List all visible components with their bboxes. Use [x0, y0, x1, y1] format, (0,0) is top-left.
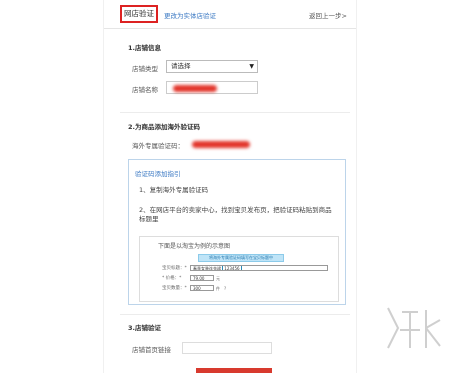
sample-title-label: 宝贝标题：*: [162, 266, 187, 271]
chevron-down-icon: ▼: [249, 63, 254, 70]
redaction-mark: [173, 85, 217, 92]
section-code-title: 2.为商品添加海外验证码: [128, 123, 200, 131]
store-name-label: 店铺名称: [132, 86, 158, 94]
tab-header: 网店验证 更改为实体店验证 返回上一步>: [104, 0, 356, 29]
redaction-mark: [192, 141, 250, 148]
sample-qty-label: 宝贝数量：*: [162, 286, 187, 291]
section-store-info-title: 1.店铺信息: [128, 44, 161, 52]
submit-button[interactable]: [196, 368, 272, 373]
sample-title-value: 春季女装连衣裙: [193, 266, 221, 271]
watermark-logo: [387, 307, 441, 349]
sample-price-unit: 元: [216, 276, 220, 281]
help-guide-box: 验证码添加指引 1、复制海外专属验证码 2、在网店平台的卖家中心，找到宝贝发布页…: [128, 159, 346, 305]
overseas-code-label: 海外专属验证码：: [132, 142, 184, 150]
sample-qty-unit: 件: [216, 286, 220, 291]
store-name-input[interactable]: [166, 81, 258, 94]
help-guide-title: 验证码添加指引: [135, 170, 181, 178]
sample-price-label: * 价格：*: [162, 276, 182, 281]
sample-banner: 将海外专属验证码填写在宝贝标题中: [198, 254, 284, 262]
page: 网店验证 更改为实体店验证 返回上一步> 1.店铺信息 店铺类型 请选择 ▼ 店…: [0, 0, 450, 373]
sample-title-field: 春季女装连衣裙 123456: [190, 265, 328, 271]
store-homepage-link-label: 店铺首页链接: [132, 346, 171, 354]
tab-online-store-verification[interactable]: 网店验证: [120, 5, 158, 23]
sample-qty-field: 300: [190, 285, 214, 291]
sample-code-highlight: 123456: [222, 266, 242, 271]
divider: [120, 314, 350, 315]
back-to-previous-link[interactable]: 返回上一步>: [309, 10, 347, 20]
store-type-select[interactable]: 请选择 ▼: [166, 60, 258, 73]
sample-screenshot: 下面是以淘宝为例的示意图 将海外专属验证码填写在宝贝标题中 宝贝标题：* 春季女…: [139, 236, 339, 302]
sample-caption: 下面是以淘宝为例的示意图: [158, 243, 231, 250]
switch-to-physical-store-link[interactable]: 更改为实体店验证: [164, 10, 216, 20]
store-homepage-link-input[interactable]: [182, 342, 272, 354]
divider: [120, 112, 350, 113]
help-step-1: 1、复制海外专属验证码: [139, 186, 209, 194]
section-store-verify-title: 3.店铺验证: [128, 324, 161, 332]
sample-qty-note: ?: [224, 286, 227, 291]
verification-panel: 网店验证 更改为实体店验证 返回上一步> 1.店铺信息 店铺类型 请选择 ▼ 店…: [104, 0, 356, 373]
help-step-2: 2、在网店平台的卖家中心，找到宝贝发布页，把验证码粘贴到商品标题里: [139, 206, 332, 223]
store-type-value: 请选择: [171, 62, 191, 70]
sample-price-field: 79.00: [190, 275, 214, 281]
store-type-label: 店铺类型: [132, 65, 158, 73]
